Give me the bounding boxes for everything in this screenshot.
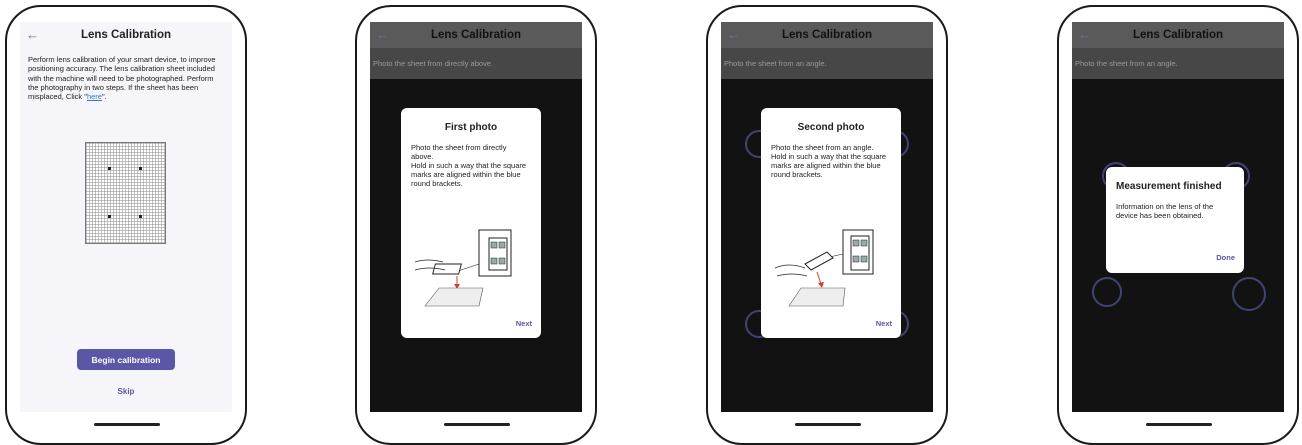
back-arrow-icon[interactable]: ←: [1078, 26, 1091, 44]
back-arrow-icon[interactable]: ←: [26, 26, 39, 44]
next-button[interactable]: Next: [876, 319, 892, 328]
blue-round-bracket: [1092, 277, 1122, 307]
photo-from-angle-illustration: [775, 229, 874, 307]
app-bar: ← Lens Calibration: [721, 22, 933, 48]
app-bar: ← Lens Calibration: [20, 22, 232, 48]
back-arrow-icon[interactable]: ←: [376, 26, 389, 44]
phone-frame-1: ← Lens Calibration Perform lens calibrat…: [5, 5, 247, 445]
phone-frame-4: ← Lens Calibration Photo the sheet from …: [1057, 5, 1299, 445]
camera-instruction: Photo the sheet from an angle.: [721, 48, 933, 79]
dialog-body: Information on the lens of the device ha…: [1116, 202, 1214, 220]
first-photo-screen: ← Lens Calibration Photo the sheet from …: [370, 22, 582, 412]
second-photo-dialog: Second photo Photo the sheet from an ang…: [761, 108, 901, 338]
square-mark: [108, 167, 111, 170]
page-title: Lens Calibration: [80, 29, 172, 41]
page-title: Lens Calibration: [781, 29, 873, 41]
home-indicator: [94, 423, 160, 426]
phone-frame-3: ← Lens Calibration Photo the sheet from …: [706, 5, 948, 445]
home-indicator: [1146, 423, 1212, 426]
first-photo-dialog: First photo Photo the sheet from directl…: [401, 108, 541, 338]
dialog-title: First photo: [444, 122, 498, 133]
intro-end: ".: [101, 92, 107, 102]
dialog-body: Photo the sheet from an angle. Hold in s…: [771, 143, 887, 179]
measurement-finished-dialog: Measurement finished Information on the …: [1106, 167, 1244, 273]
skip-button[interactable]: Skip: [20, 387, 232, 396]
begin-calibration-button[interactable]: Begin calibration: [77, 349, 175, 370]
home-indicator: [444, 423, 510, 426]
home-indicator: [795, 423, 861, 426]
next-button[interactable]: Next: [516, 319, 532, 328]
calibration-intro-screen: ← Lens Calibration Perform lens calibrat…: [20, 22, 232, 412]
calibration-sheet-image: [85, 142, 166, 244]
square-mark: [139, 215, 142, 218]
photo-from-above-illustration: [415, 229, 512, 307]
dialog-title: Measurement finished: [1116, 181, 1222, 192]
blue-round-bracket: [1232, 277, 1266, 311]
dialog-title: Second photo: [797, 122, 865, 133]
dialog-body: Photo the sheet from directly above. Hol…: [411, 143, 527, 188]
page-title: Lens Calibration: [1132, 29, 1224, 41]
phone-frame-2: ← Lens Calibration Photo the sheet from …: [355, 5, 597, 445]
square-mark: [108, 215, 111, 218]
camera-instruction: Photo the sheet from an angle.: [1072, 48, 1284, 79]
done-button[interactable]: Done: [1216, 253, 1235, 262]
page-title: Lens Calibration: [430, 29, 522, 41]
camera-instruction: Photo the sheet from directly above.: [370, 48, 582, 79]
app-bar: ← Lens Calibration: [370, 22, 582, 48]
square-mark: [139, 167, 142, 170]
intro-body: Perform lens calibration of your smart d…: [28, 55, 216, 102]
measurement-finished-screen: ← Lens Calibration Photo the sheet from …: [1072, 22, 1284, 412]
here-link[interactable]: here: [87, 92, 102, 101]
app-bar: ← Lens Calibration: [1072, 22, 1284, 48]
intro-text: Perform lens calibration of your smart d…: [28, 55, 226, 101]
back-arrow-icon[interactable]: ←: [727, 26, 740, 44]
second-photo-screen: ← Lens Calibration Photo the sheet from …: [721, 22, 933, 412]
